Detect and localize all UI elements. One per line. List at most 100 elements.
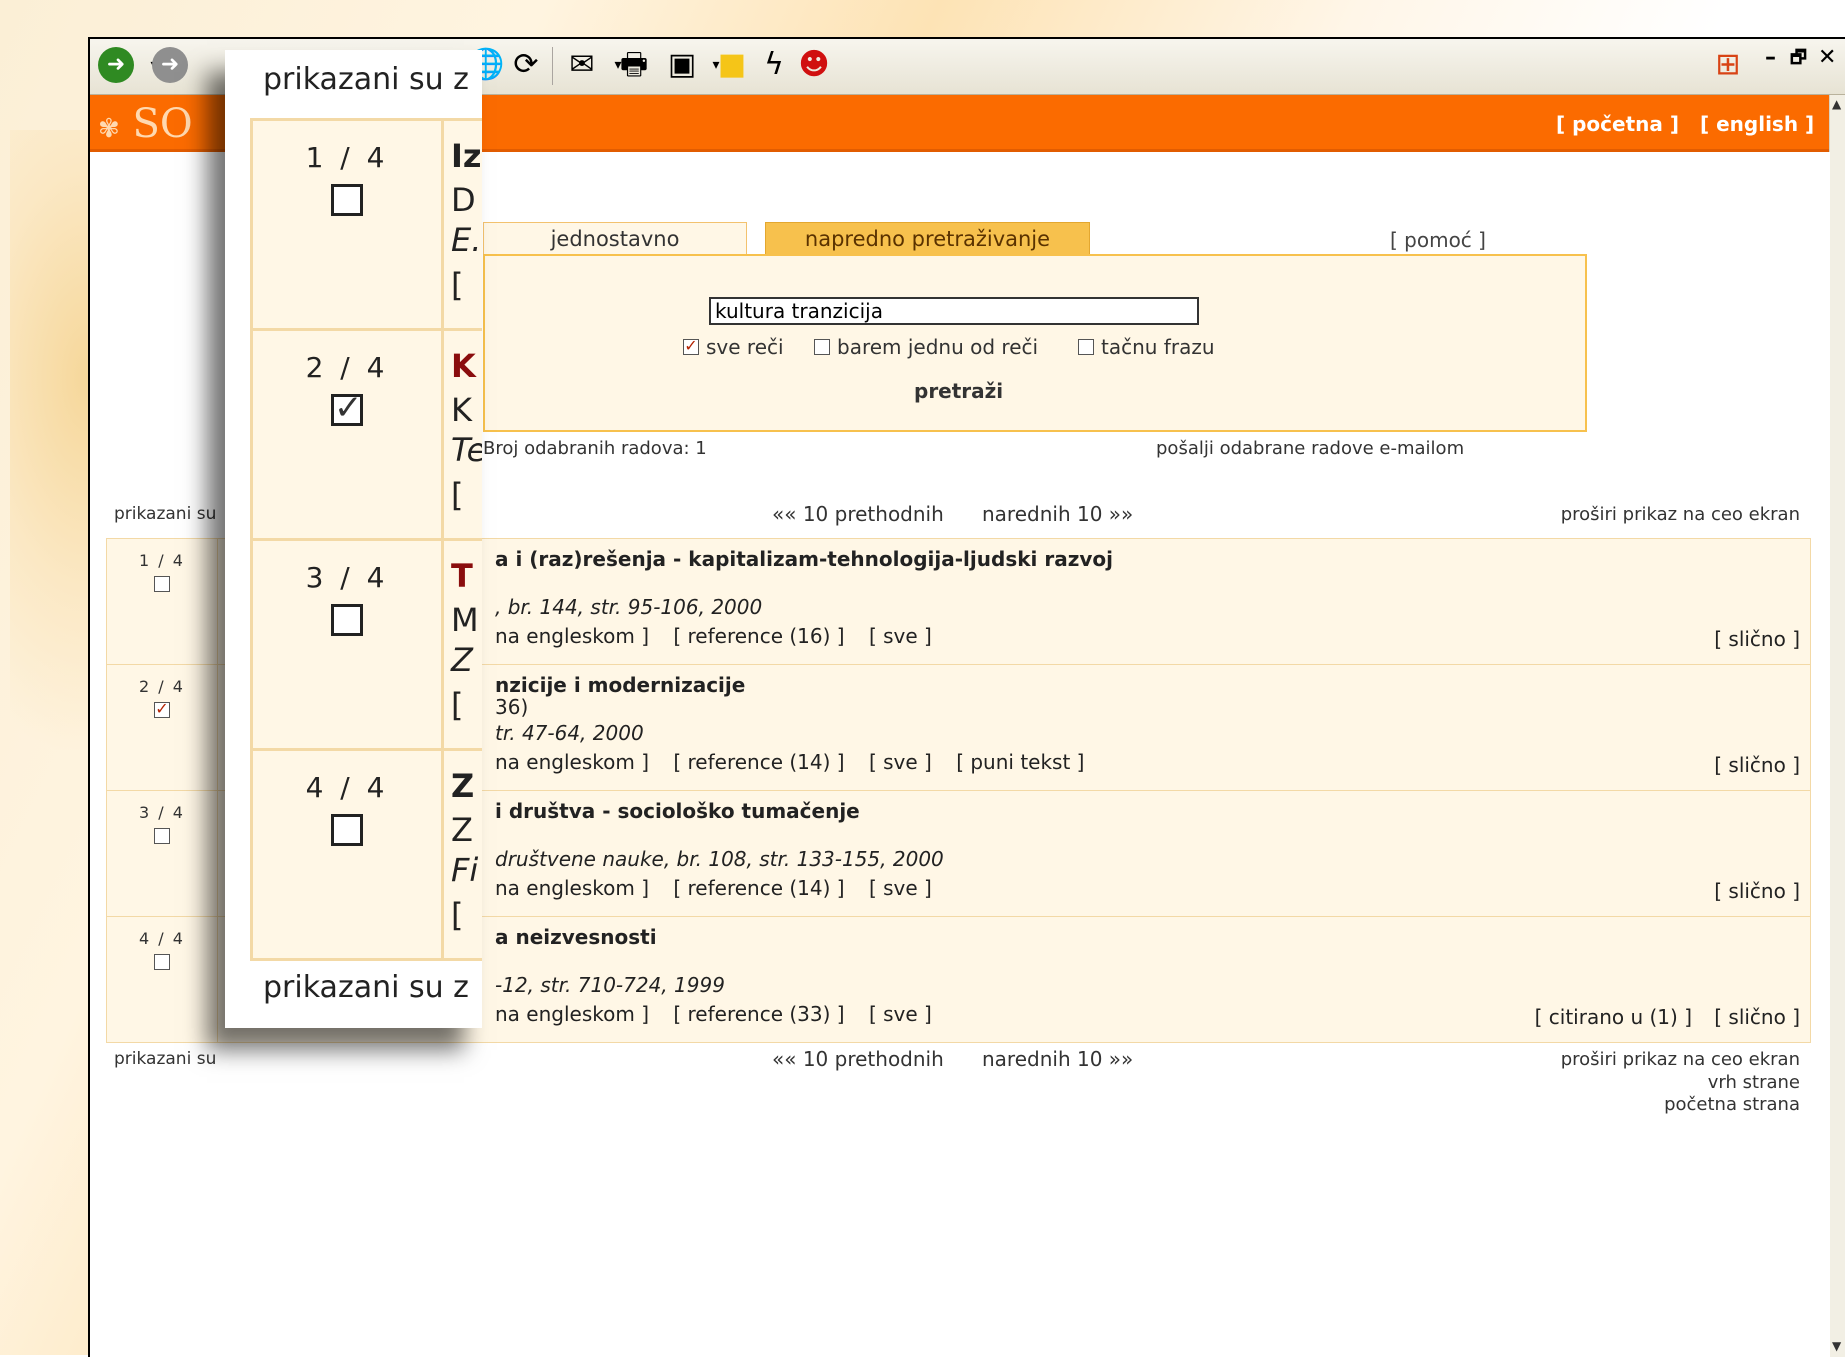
zoom-row: 2 / 4 ✓ K K Te [ [250,328,482,538]
result-links: na engleskom ] [ reference (14) ] [ sve … [495,876,932,900]
abstract-en-link[interactable]: na engleskom ] [495,624,649,648]
full-text-link[interactable]: [ puni tekst ] [956,750,1084,774]
site-logo[interactable]: ✾ SO [98,101,193,147]
references-link[interactable]: [ reference (33) ] [673,1002,844,1026]
messenger-icon[interactable]: ☻ [796,47,832,83]
result-title[interactable]: a neizvesnosti [495,925,657,949]
option-any-word[interactable]: barem jednu od reči [814,335,1038,359]
select-checkbox[interactable] [154,576,170,592]
note-icon[interactable]: ■ [714,47,750,83]
result-source: , br. 144, str. 95-106, 2000 [495,595,763,619]
similar-link[interactable]: [ slično ] [1714,627,1800,651]
home-link[interactable]: [ početna ] [1556,112,1679,136]
zoom-fragment: [ [451,266,464,304]
abstract-en-link[interactable]: na engleskom ] [495,1002,649,1026]
zoom-fragment: Z [451,641,473,679]
select-checkbox[interactable] [154,954,170,970]
all-words-checkbox[interactable]: ✓ [683,338,699,355]
result-links: na engleskom ] [ reference (33) ] [ sve … [495,1002,932,1026]
help-link[interactable]: [ pomoć ] [1390,228,1486,252]
result-source: tr. 47-64, 2000 [495,721,644,745]
scroll-down-icon[interactable]: ▼ [1832,1339,1841,1353]
cited-by-link[interactable]: [ citirano u (1) ] [1535,1005,1692,1029]
option-all-words[interactable]: ✓ sve reči [683,335,784,359]
english-link[interactable]: [ english ] [1700,112,1814,136]
result-links: na engleskom ] [ reference (14) ] [ sve … [495,750,1084,774]
tab-advanced-search[interactable]: napredno pretraživanje [765,222,1090,256]
msn-icon[interactable]: ⟳ [508,47,544,83]
zoom-result-number: 2 / 4 [305,351,389,384]
close-icon[interactable]: ✕ [1818,45,1836,70]
zoom-fragment: [ [451,686,464,724]
back-arrow-icon[interactable]: ➜ [98,47,134,83]
result-title[interactable]: nzicije i modernizacije [495,673,745,697]
similar-link[interactable]: [ slično ] [1714,753,1800,777]
send-selected-link[interactable]: pošalji odabrane radove e-mailom [1156,438,1464,459]
minimize-icon[interactable]: – [1765,45,1776,70]
zoom-checkbox[interactable]: ✓ [331,391,363,426]
zoom-result-number: 1 / 4 [305,141,389,174]
expand-view-link[interactable]: proširi prikaz na ceo ekran [1450,504,1800,525]
zoom-fragment: Z [451,811,473,849]
top-of-page-link[interactable]: vrh strane [1450,1072,1800,1093]
mail-icon[interactable]: ✉ [564,47,600,83]
abstract-en-link[interactable]: na engleskom ] [495,876,649,900]
result-source: -12, str. 710-724, 1999 [495,973,725,997]
result-links: na engleskom ] [ reference (16) ] [ sve … [495,624,932,648]
select-checkbox[interactable] [154,828,170,844]
zoom-fragment: Te [451,431,482,469]
prev-page-link-bottom[interactable]: «« 10 prethodnih [772,1047,944,1071]
result-number: 2 / 4 [139,677,185,696]
expand-view-link-bottom[interactable]: proširi prikaz na ceo ekran [1450,1049,1800,1070]
print-icon[interactable]: 🖶 [616,47,652,83]
next-page-link-bottom[interactable]: narednih 10 »» [982,1047,1133,1071]
result-number: 4 / 4 [139,929,185,948]
all-link[interactable]: [ sve ] [869,876,932,900]
zoom-index-cell: 2 / 4 ✓ [253,331,444,538]
zoom-checkbox[interactable] [331,814,363,846]
result-title[interactable]: a i (raz)rešenja - kapitalizam-tehnologi… [495,547,1113,571]
selected-count: Broj odabranih radova: 1 [483,438,707,459]
all-link[interactable]: [ sve ] [869,1002,932,1026]
forward-arrow-icon[interactable]: ➜ [152,47,188,83]
search-button[interactable]: pretraži [908,378,1009,404]
option-label: sve reči [706,335,784,359]
zoom-row: 3 / 4 T M Z [ [250,538,482,748]
similar-link[interactable]: [ slično ] [1714,879,1800,903]
scroll-up-icon[interactable]: ▲ [1832,97,1841,111]
flash-icon[interactable]: ϟ [756,47,792,83]
zoom-result-number: 4 / 4 [305,771,389,804]
result-title[interactable]: i društva - sociološko tumačenje [495,799,860,823]
all-link[interactable]: [ sve ] [869,624,932,648]
zoom-fragment: Fi [451,851,479,889]
references-link[interactable]: [ reference (14) ] [673,750,844,774]
any-word-checkbox[interactable] [814,339,830,355]
edit-icon[interactable]: ▣ [664,47,700,83]
tab-simple-search[interactable]: jednostavno pretraživanje [483,222,747,283]
zoom-result-number: 3 / 4 [305,561,389,594]
option-label: tačnu frazu [1101,335,1215,359]
home-page-link[interactable]: početna strana [1450,1094,1800,1115]
all-link[interactable]: [ sve ] [869,750,932,774]
zoom-results-table: 1 / 4 Iz D E. [ 2 / 4 ✓ K K Te [ 3 / 4 T… [250,118,482,961]
exact-phrase-checkbox[interactable] [1078,339,1094,355]
references-link[interactable]: [ reference (16) ] [673,624,844,648]
select-checkbox[interactable]: ✓ [154,701,170,718]
zoom-fragment: Z [451,767,475,805]
option-exact-phrase[interactable]: tačnu frazu [1078,335,1215,359]
zoom-checkbox[interactable] [331,184,363,216]
zoom-checkbox[interactable] [331,604,363,636]
vertical-scrollbar[interactable]: ▲ ▼ [1829,95,1845,1357]
zoom-index-cell: 3 / 4 [253,541,444,748]
similar-link[interactable]: [ slično ] [1714,1005,1800,1029]
references-link[interactable]: [ reference (14) ] [673,876,844,900]
search-input[interactable] [709,297,1199,325]
prev-page-link[interactable]: «« 10 prethodnih [772,502,944,526]
abstract-en-link[interactable]: na engleskom ] [495,750,649,774]
zoom-index-cell: 4 / 4 [253,751,444,958]
zoom-fragment: [ [451,476,464,514]
zoom-shown-count-bottom: prikazani su z [263,970,469,1005]
result-index-cell: 4 / 4 [107,917,218,1042]
restore-icon[interactable]: 🗗 [1790,45,1807,75]
next-page-link[interactable]: narednih 10 »» [982,502,1133,526]
